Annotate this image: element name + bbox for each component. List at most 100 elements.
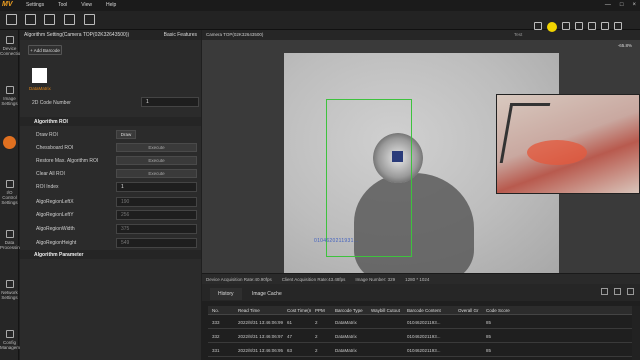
draw-button[interactable]: Draw — [116, 130, 136, 139]
clear-execute-button[interactable]: Execute — [116, 169, 197, 178]
roi-index-input[interactable]: 1 — [116, 182, 197, 192]
clear-roi-label: Clear All ROI — [36, 171, 65, 177]
network-icon — [5, 280, 14, 288]
cell: 010462021193... — [407, 319, 441, 325]
cell: 2 — [315, 333, 318, 339]
nav-image-settings[interactable]: Image Settings — [0, 86, 19, 106]
cell: 47 — [287, 333, 293, 339]
cell: 85 — [486, 333, 492, 339]
cell: 2 — [315, 347, 318, 353]
image-viewer[interactable]: -65.8% 0104620211931... — [202, 40, 640, 273]
nav-label: Image Settings — [1, 96, 18, 106]
zoom-level: -65.8% — [618, 43, 632, 48]
folder-icon[interactable] — [601, 288, 608, 295]
device-icon — [5, 36, 14, 44]
col-read-time: Read Time — [238, 307, 260, 313]
algorithm-icon — [3, 136, 16, 149]
menu-tool[interactable]: Tool — [58, 2, 67, 8]
settings-icon[interactable] — [627, 288, 634, 295]
play-icon[interactable] — [562, 22, 570, 30]
col-barcode-content: Barcode Content — [407, 307, 441, 313]
cell: 2 — [315, 319, 318, 325]
menu-view[interactable]: View — [81, 2, 92, 8]
region-height-label: AlgoRegionHeight — [36, 240, 77, 246]
code-number-input[interactable]: 1 — [141, 97, 199, 107]
nav-network[interactable]: Network Settings — [0, 280, 19, 300]
roi-section-title: Algorithm ROI — [34, 119, 68, 125]
cell: 010462021193... — [407, 333, 441, 339]
zoom-value: -65.8% — [617, 43, 632, 48]
maximize-icon[interactable]: □ — [620, 2, 624, 8]
status-bar: Device Acquisition Rate:40.90fps Client … — [202, 273, 640, 284]
roi-rectangle[interactable] — [326, 99, 412, 257]
wand-icon[interactable] — [534, 22, 542, 30]
light-glow — [527, 140, 587, 165]
tab-history[interactable]: History — [210, 288, 242, 300]
table-row[interactable]: 333 2022/8/31 13:46:06:997 61 2 DataMatr… — [208, 316, 640, 329]
col-barcode-type: Barcode Type — [335, 307, 363, 313]
nav-device-connection[interactable]: Device Connection — [0, 36, 23, 56]
tab-image-cache[interactable]: Image Cache — [244, 288, 290, 300]
nav-io-control[interactable]: I/O Control Settings — [0, 180, 19, 205]
nav-algorithm[interactable] — [0, 136, 19, 151]
panel-title: Algorithm Setting(Camera TOP(02K32643500… — [24, 32, 130, 38]
decode-overlay-text: 0104620211931... — [314, 238, 359, 244]
region-left-y-input[interactable]: 256 — [116, 210, 197, 220]
cell: DataMatrix — [335, 333, 357, 339]
datamatrix-icon[interactable] — [32, 68, 47, 83]
col-no: No. — [212, 307, 220, 313]
region-width-label: AlgoRegionWidth — [36, 226, 75, 232]
device-list-icon[interactable] — [6, 14, 17, 25]
cell: 61 — [287, 319, 293, 325]
draw-roi-label: Draw ROI — [36, 132, 58, 138]
export-icon[interactable] — [64, 14, 75, 25]
nav-data-processing[interactable]: Data Processing — [0, 230, 22, 250]
close-icon[interactable]: × — [632, 2, 636, 8]
algorithm-settings-panel: Algorithm Setting(Camera TOP(02K32643500… — [20, 30, 201, 360]
cell: DataMatrix — [335, 347, 357, 353]
region-height-input[interactable]: 549 — [116, 238, 197, 248]
app-logo: MV — [2, 1, 13, 8]
nav-label: Network Settings — [1, 290, 18, 300]
menu-settings[interactable]: Settings — [26, 2, 44, 8]
nav-config[interactable]: Config Management — [0, 330, 26, 350]
minimize-icon[interactable]: — — [605, 2, 611, 8]
menu-items: Settings Tool View Help — [26, 2, 116, 8]
cell: 85 — [486, 347, 492, 353]
cell: DataMatrix — [335, 319, 357, 325]
save-icon[interactable] — [44, 14, 55, 25]
record-icon[interactable] — [601, 22, 609, 30]
col-cost-time: Cost Time(ms) — [287, 307, 311, 313]
table-row[interactable]: 331 2022/8/31 13:46:06:952 63 2 DataMatr… — [208, 344, 640, 357]
left-nav: Device Connection Image Settings I/O Con… — [0, 30, 26, 360]
restore-execute-button[interactable]: Execute — [116, 156, 197, 165]
window-controls: — □ × — [605, 2, 636, 8]
table-row[interactable]: 332 2022/8/31 13:46:06:974 47 2 DataMatr… — [208, 330, 640, 343]
col-code-score: Code Score — [486, 307, 510, 313]
table-scrollbar[interactable] — [632, 306, 640, 360]
stop-icon[interactable] — [575, 22, 583, 30]
region-left-x-label: AlgoRegionLeftX — [36, 199, 74, 205]
cell: 63 — [287, 347, 293, 353]
mode-selector[interactable]: Basic Features — [164, 32, 197, 38]
nav-label: I/O Control Settings — [1, 190, 18, 205]
tab-tools — [601, 288, 634, 295]
menu-bar: MV Settings Tool View Help — □ × — [0, 0, 640, 11]
highlight-icon[interactable] — [547, 22, 557, 32]
camera-inset-photo — [496, 94, 640, 194]
grid-icon[interactable] — [84, 14, 95, 25]
barcode-type-label: DataMatrix — [29, 86, 51, 91]
region-left-x-input[interactable]: 190 — [116, 197, 197, 207]
region-left-y-label: AlgoRegionLeftY — [36, 212, 74, 218]
viewer-title: Camera TOP(02K32643500) — [206, 32, 264, 37]
fullscreen-icon[interactable] — [614, 22, 622, 30]
delete-icon[interactable] — [614, 288, 621, 295]
add-barcode-button[interactable]: + Add Barcode — [28, 45, 62, 55]
snapshot-icon[interactable] — [588, 22, 596, 30]
camera-icon[interactable] — [25, 14, 36, 25]
region-width-input[interactable]: 375 — [116, 224, 197, 234]
menu-help[interactable]: Help — [106, 2, 116, 8]
chessboard-execute-button[interactable]: Execute — [116, 143, 197, 152]
data-processing-icon — [5, 230, 14, 238]
col-waybill-cutout: Waybill Cutout — [371, 307, 400, 313]
